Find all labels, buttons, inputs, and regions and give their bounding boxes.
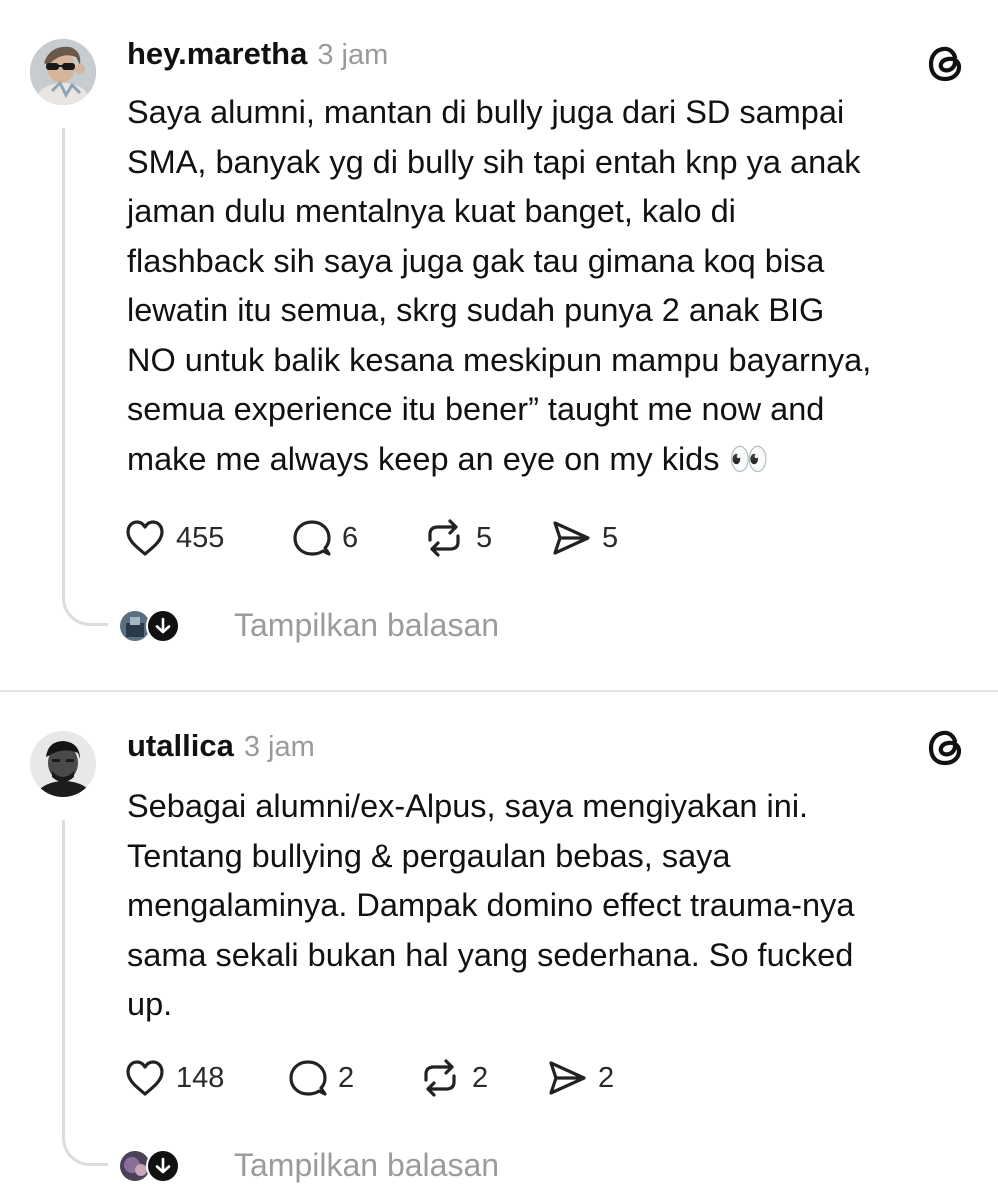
post: utallica 3 jam Sebagai alumni/ex-Alpus, … [0,0,998,1200]
arrow-down-icon [146,1148,180,1183]
comment-count: 2 [338,1061,355,1094]
share-icon [549,1061,586,1095]
thread-line [62,820,65,1138]
avatar[interactable] [30,731,96,797]
comment-icon [289,1060,327,1096]
post-header: utallica 3 jam [127,728,315,764]
username[interactable]: utallica [127,728,234,764]
action-bar: 148 2 2 2 [124,1058,614,1098]
post-text: Sebagai alumni/ex-Alpus, saya mengiyakan… [127,788,855,1022]
thread-line-curve [62,1132,108,1166]
threads-logo-icon[interactable] [924,726,968,770]
avatar-photo [30,731,96,797]
like-button[interactable]: 148 [124,1058,288,1098]
show-replies[interactable]: Tampilkan balasan [118,1147,499,1184]
comment-button[interactable]: 2 [288,1058,418,1098]
repost-count: 2 [472,1061,489,1094]
repost-icon [424,1059,456,1097]
heart-icon [126,1060,164,1096]
share-button[interactable]: 2 [546,1058,614,1098]
show-replies-label[interactable]: Tampilkan balasan [234,1147,499,1184]
share-count: 2 [598,1061,615,1094]
repost-button[interactable]: 2 [418,1058,546,1098]
like-count: 148 [176,1061,225,1094]
timestamp[interactable]: 3 jam [244,731,315,764]
